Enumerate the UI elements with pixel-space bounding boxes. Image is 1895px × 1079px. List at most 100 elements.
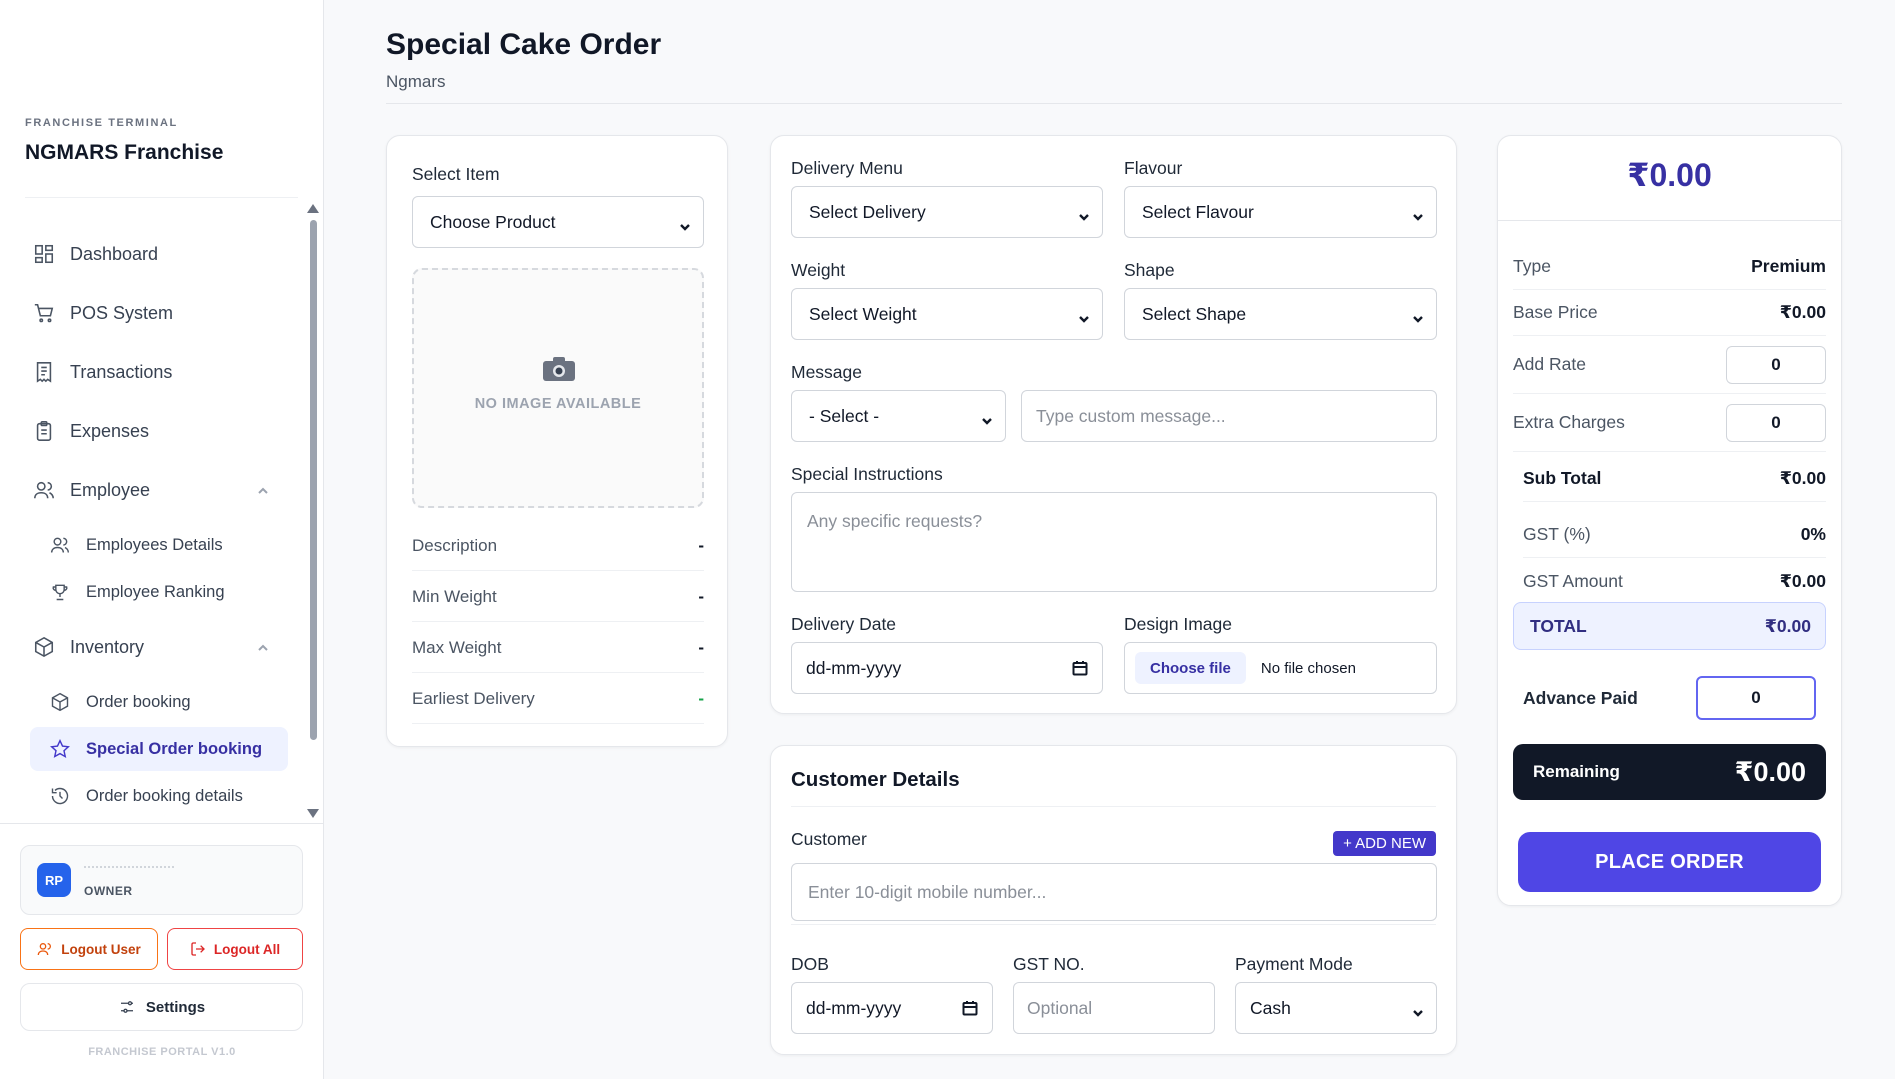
shape-select-value: Select Shape	[1142, 303, 1247, 324]
extra-charges-input[interactable]: 0	[1726, 403, 1826, 442]
shape-select[interactable]: Select Shape	[1124, 288, 1437, 340]
summary-label: Extra Charges	[1513, 412, 1625, 432]
sidebar-item-employee-ranking[interactable]: Employee Ranking	[30, 570, 288, 614]
design-image-label: Design Image	[1124, 614, 1232, 634]
calendar-icon[interactable]	[962, 1000, 978, 1016]
info-label: Min Weight	[412, 586, 497, 606]
sidebar-item-expenses[interactable]: Expenses	[30, 409, 288, 453]
brand-subtitle: FRANCHISE TERMINAL	[25, 117, 178, 129]
sidebar-item-pos-system[interactable]: POS System	[30, 291, 288, 335]
customer-details-title: Customer Details	[791, 768, 960, 791]
sidebar-item-employees-details[interactable]: Employees Details	[30, 523, 288, 567]
no-image-text: NO IMAGE AVAILABLE	[474, 396, 642, 412]
dob-label: DOB	[791, 954, 829, 974]
sidebar-item-order-booking[interactable]: Order booking	[30, 680, 288, 724]
flavour-label: Flavour	[1124, 158, 1183, 178]
design-image-file-input[interactable]: Choose file No file chosen	[1124, 642, 1437, 694]
trophy-icon	[46, 578, 74, 606]
advance-paid-row: Advance Paid 0	[1523, 676, 1816, 720]
summary-row-extra-charges: Extra Charges 0	[1513, 394, 1826, 452]
delivery-menu-label: Delivery Menu	[791, 158, 903, 178]
users-icon	[46, 531, 74, 559]
sidebar-item-label: Employees Details	[86, 535, 223, 554]
sidebar-item-employee[interactable]: Employee	[30, 468, 288, 512]
payment-mode-value: Cash	[1250, 997, 1291, 1018]
dob-input[interactable]: dd-mm-yyyy	[791, 982, 993, 1034]
custom-message-input[interactable]: Type custom message...	[1021, 390, 1437, 442]
sidebar-item-label: POS System	[70, 302, 174, 323]
sidebar-item-label: Employee Ranking	[86, 582, 225, 601]
chevron-down-icon	[1412, 1003, 1424, 1017]
info-label: Description	[412, 535, 498, 555]
message-select[interactable]: - Select -	[791, 390, 1006, 442]
flavour-select-value: Select Flavour	[1142, 201, 1254, 222]
customer-mobile-input[interactable]: Enter 10-digit mobile number...	[791, 863, 1437, 921]
logout-all-button[interactable]: Logout All	[167, 928, 303, 970]
divider	[25, 197, 298, 198]
cart-icon	[30, 299, 58, 327]
total-value: ₹0.00	[1764, 615, 1811, 636]
total-box: TOTAL ₹0.00	[1513, 602, 1826, 650]
sidebar-item-label: Order booking details	[86, 786, 243, 805]
weight-select-value: Select Weight	[809, 303, 917, 324]
sidebar-item-order-booking-details[interactable]: Order booking details	[30, 774, 288, 818]
chevron-down-icon	[1412, 207, 1424, 221]
summary-value: 0%	[1800, 524, 1826, 544]
info-row-min-weight: Min Weight -	[412, 572, 704, 622]
sidebar-item-inventory[interactable]: Inventory	[30, 625, 288, 669]
sidebar-item-dashboard[interactable]: Dashboard	[30, 232, 288, 276]
info-label: Earliest Delivery	[412, 688, 535, 708]
divider	[386, 103, 1842, 104]
summary-row-gst-amount: GST Amount ₹0.00	[1523, 558, 1826, 604]
logout-user-button[interactable]: Logout User	[20, 928, 158, 970]
advance-paid-input[interactable]: 0	[1696, 676, 1816, 720]
total-label: TOTAL	[1530, 615, 1587, 636]
calendar-icon[interactable]	[1072, 660, 1088, 676]
scroll-up-arrow[interactable]	[307, 204, 319, 213]
product-select-value: Choose Product	[430, 211, 556, 232]
place-order-button[interactable]: PLACE ORDER	[1518, 832, 1821, 892]
box-icon	[46, 688, 74, 716]
chevron-down-icon	[1078, 309, 1090, 323]
add-rate-input[interactable]: 0	[1726, 345, 1826, 384]
sidebar-item-label: Expenses	[70, 420, 150, 441]
summary-row-base-price: Base Price ₹0.00	[1513, 290, 1826, 336]
user-card: RP OWNER	[20, 845, 303, 915]
summary-value: Premium	[1751, 256, 1826, 276]
logout-user-label: Logout User	[61, 941, 141, 957]
advance-paid-label: Advance Paid	[1523, 687, 1638, 708]
choose-file-button[interactable]: Choose file	[1135, 652, 1246, 684]
shape-label: Shape	[1124, 260, 1175, 280]
summary-label: Type	[1513, 256, 1551, 276]
customer-details-card: Customer Details Customer + ADD NEW Ente…	[770, 745, 1457, 1055]
info-value: -	[698, 586, 704, 606]
product-card: Select Item Choose Product NO IMAGE AVAI…	[386, 135, 728, 747]
sidebar-item-special-order-booking[interactable]: Special Order booking	[30, 727, 288, 771]
summary-row-subtotal: Sub Total ₹0.00	[1523, 456, 1826, 502]
grid-icon	[30, 240, 58, 268]
remaining-label: Remaining	[1533, 762, 1620, 781]
scroll-down-arrow[interactable]	[307, 809, 319, 818]
message-label: Message	[791, 362, 863, 382]
remaining-box: Remaining ₹0.00	[1513, 744, 1826, 800]
payment-mode-select[interactable]: Cash	[1235, 982, 1437, 1034]
date-placeholder: dd-mm-yyyy	[806, 997, 902, 1018]
settings-button[interactable]: Settings	[20, 983, 303, 1031]
delivery-date-input[interactable]: dd-mm-yyyy	[791, 642, 1103, 694]
summary-value: ₹0.00	[1779, 468, 1826, 488]
flavour-select[interactable]: Select Flavour	[1124, 186, 1437, 238]
special-instructions-textarea[interactable]: Any specific requests?	[791, 492, 1437, 592]
chevron-down-icon	[1412, 309, 1424, 323]
add-new-customer-button[interactable]: + ADD NEW	[1333, 831, 1436, 856]
sidebar-item-transactions[interactable]: Transactions	[30, 350, 288, 394]
product-select[interactable]: Choose Product	[412, 196, 704, 248]
gst-no-input[interactable]: Optional	[1013, 982, 1215, 1034]
chevron-down-icon	[679, 217, 691, 231]
select-item-label: Select Item	[412, 164, 500, 184]
summary-value: ₹0.00	[1779, 570, 1826, 591]
sidebar-scrollbar[interactable]	[310, 220, 317, 740]
weight-select[interactable]: Select Weight	[791, 288, 1103, 340]
info-row-max-weight: Max Weight -	[412, 623, 704, 673]
summary-row-gst-percent: GST (%) 0%	[1523, 512, 1826, 558]
delivery-select[interactable]: Select Delivery	[791, 186, 1103, 238]
